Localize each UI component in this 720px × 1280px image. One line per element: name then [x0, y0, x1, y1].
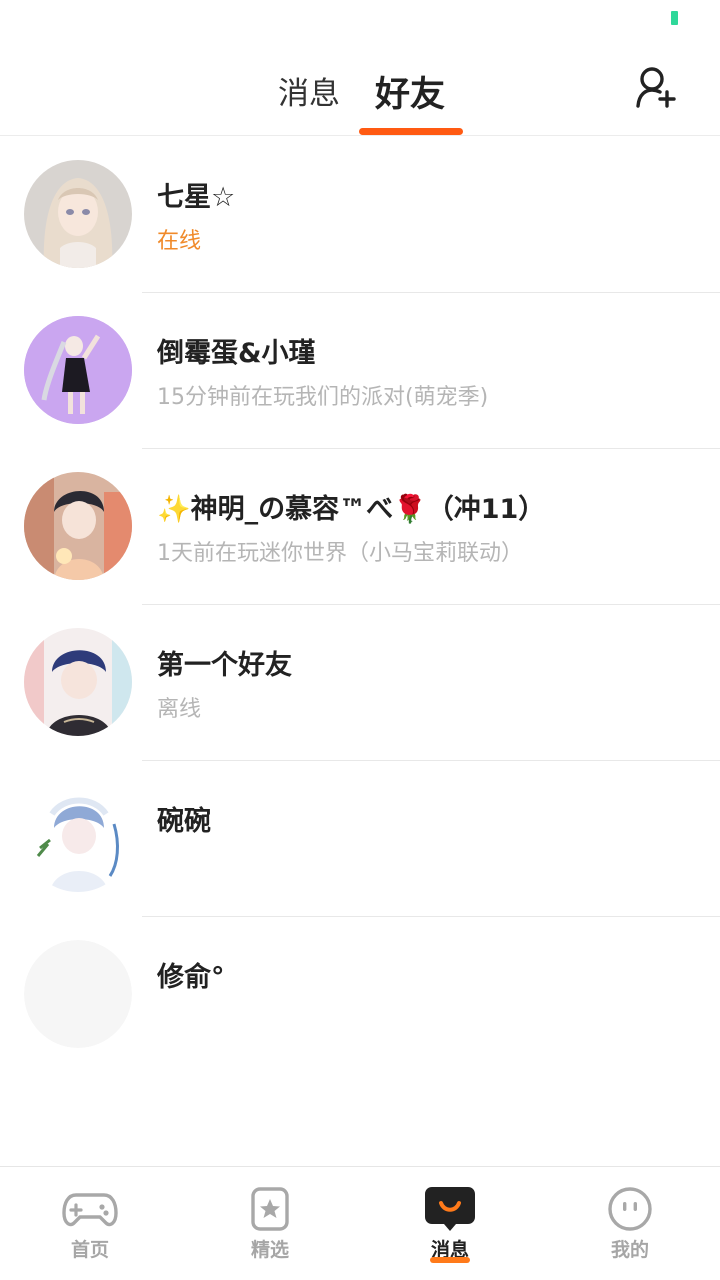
header: 消息 好友 — [0, 36, 720, 136]
tab-messages[interactable]: 消息 — [278, 68, 340, 113]
friend-status: 在线 — [157, 229, 202, 254]
friend-status: 1天前在玩迷你世界（小马宝莉联动） — [157, 541, 523, 566]
gamepad-icon — [62, 1193, 118, 1227]
active-tab-indicator — [359, 128, 463, 135]
nav-profile[interactable]: 我的 — [540, 1167, 720, 1280]
friend-status: 15分钟前在玩我们的派对(萌宠季) — [157, 385, 489, 410]
nav-featured[interactable]: 精选 — [180, 1167, 360, 1280]
friend-name: ✨神明_の慕容™べ🌹（冲11） — [157, 494, 546, 525]
avatar[interactable] — [24, 628, 132, 736]
friend-name: 修俞° — [157, 962, 225, 993]
friend-row-2[interactable]: 倒霉蛋&小瑾 15分钟前在玩我们的派对(萌宠季) — [0, 293, 720, 449]
add-user-icon — [636, 67, 676, 108]
avatar[interactable] — [24, 160, 132, 268]
friend-row-3[interactable]: ✨神明_の慕容™べ🌹（冲11） 1天前在玩迷你世界（小马宝莉联动） — [0, 449, 720, 605]
friend-row-6[interactable]: 修俞° — [0, 917, 720, 1073]
bottom-nav: 首页 精选 消息 我的 — [0, 1166, 720, 1280]
add-friend-button[interactable] — [630, 62, 680, 112]
star-bookmark-icon — [251, 1187, 289, 1231]
friend-name: 倒霉蛋&小瑾 — [157, 338, 316, 369]
friend-name: 七星☆ — [157, 182, 236, 213]
chat-bubble-icon — [425, 1187, 475, 1231]
avatar[interactable] — [24, 784, 132, 892]
friend-row-1[interactable]: 七星☆ 在线 — [0, 137, 720, 293]
friend-row-5[interactable]: 碗碗 — [0, 761, 720, 917]
friend-row-4[interactable]: 第一个好友 离线 — [0, 605, 720, 761]
friend-name: 第一个好友 — [157, 650, 292, 681]
active-nav-indicator — [430, 1257, 470, 1263]
avatar[interactable] — [24, 316, 132, 424]
nav-label: 首页 — [70, 1239, 109, 1261]
tab-friends[interactable]: 好友 — [375, 66, 445, 117]
nav-label: 精选 — [250, 1239, 289, 1261]
avatar[interactable] — [24, 472, 132, 580]
nav-home[interactable]: 首页 — [0, 1167, 180, 1280]
nav-label: 我的 — [610, 1239, 649, 1261]
face-icon — [608, 1187, 652, 1231]
friend-status: 离线 — [157, 697, 202, 722]
friend-list: 七星☆ 在线 倒霉蛋&小瑾 15分钟前在玩我们的派对(萌宠季) ✨神明_の慕容™… — [0, 137, 720, 1073]
nav-messages[interactable]: 消息 — [360, 1167, 540, 1280]
friend-name: 碗碗 — [157, 806, 211, 837]
battery-icon — [671, 11, 678, 25]
avatar[interactable] — [24, 940, 132, 1048]
status-bar — [0, 0, 720, 36]
